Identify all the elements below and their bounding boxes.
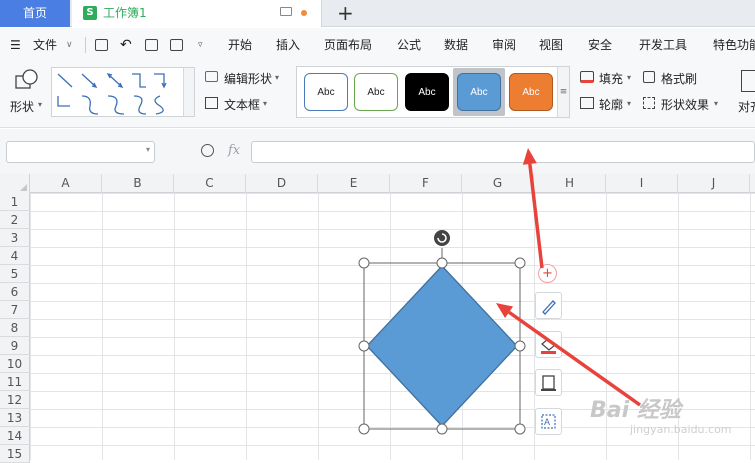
name-box[interactable]: ▾ (6, 141, 155, 163)
quick-access-more-icon[interactable]: ▿ (198, 28, 203, 62)
align-button[interactable]: 对齐 (738, 98, 755, 115)
shape-effects-chevron-icon[interactable]: ▾ (714, 99, 718, 108)
style-preset-blue[interactable]: Abc (457, 73, 501, 111)
style-preset-orange[interactable]: Abc (509, 73, 553, 111)
zoom-search-icon[interactable] (201, 144, 214, 157)
connector-gallery (51, 67, 195, 117)
outline-icon (580, 97, 594, 109)
new-tab-button[interactable]: + (337, 1, 354, 25)
row-header[interactable]: 15 (0, 445, 30, 463)
gallery-scrollbar[interactable] (183, 68, 194, 116)
arrow-left-head (496, 303, 514, 318)
row-header[interactable]: 6 (0, 283, 30, 301)
align-icon (741, 70, 755, 92)
style-preset-black[interactable]: Abc (405, 73, 449, 111)
tab-bar: 首页 S 工作簿1 + (0, 0, 755, 27)
row-header[interactable]: 7 (0, 301, 30, 319)
menu-file[interactable]: 文件 (33, 28, 57, 62)
menu-item-start[interactable]: 开始 (228, 28, 252, 62)
tab-home[interactable]: 首页 (0, 0, 70, 27)
edit-shape-icon (205, 71, 218, 82)
menu-item-review[interactable]: 审阅 (492, 28, 516, 62)
outline-chevron-icon[interactable]: ▾ (627, 99, 631, 108)
menu-item-features[interactable]: 特色功能 (713, 28, 755, 62)
menu-item-formula[interactable]: 公式 (397, 28, 421, 62)
row-header[interactable]: 11 (0, 373, 30, 391)
shape-label[interactable]: 形状 (10, 98, 34, 115)
shape-effects-button[interactable]: 形状效果 (661, 96, 709, 113)
menu-item-data[interactable]: 数据 (444, 28, 468, 62)
monitor-icon[interactable] (280, 7, 292, 16)
style-preset-outline-green[interactable]: Abc (354, 73, 398, 111)
annotation-arrows (496, 148, 642, 407)
text-box-chevron-icon[interactable]: ▾ (263, 99, 267, 108)
fill-button[interactable]: 填充 (599, 70, 623, 87)
column-header[interactable]: B (102, 174, 174, 193)
connector-shapes-icon[interactable] (54, 70, 182, 116)
workbook-tab-label: 工作簿1 (103, 6, 147, 20)
shape-style-gallery: Abc Abc Abc Abc Abc ≡ (296, 66, 570, 118)
row-header[interactable]: 13 (0, 409, 30, 427)
edit-shape-chevron-icon[interactable]: ▾ (275, 73, 279, 82)
edit-shape-button[interactable]: 编辑形状 (224, 70, 272, 87)
select-all-corner[interactable] (0, 174, 30, 193)
row-header[interactable]: 3 (0, 229, 30, 247)
format-painter-icon (643, 71, 655, 83)
unsaved-dot-icon (301, 10, 307, 16)
file-chevron-down-icon[interactable]: ∨ (66, 28, 73, 62)
fill-icon (580, 71, 594, 83)
fx-label[interactable]: fx (228, 143, 240, 158)
style-preset-outline-blue[interactable]: Abc (304, 73, 348, 111)
shape-chevron-down-icon[interactable]: ▾ (38, 100, 42, 109)
row-header[interactable]: 2 (0, 211, 30, 229)
row-header[interactable]: 4 (0, 247, 30, 265)
print-icon[interactable] (145, 39, 158, 51)
format-painter-button[interactable]: 格式刷 (661, 70, 697, 87)
watermark-logo: Bai 经验 (590, 398, 681, 423)
undo-icon[interactable]: ↶ (120, 28, 132, 62)
column-header[interactable]: C (174, 174, 246, 193)
shape-effects-icon (643, 97, 655, 109)
row-header[interactable]: 10 (0, 355, 30, 373)
menu-item-page-layout[interactable]: 页面布局 (324, 28, 372, 62)
name-box-chevron-icon[interactable]: ▾ (146, 145, 150, 154)
divider (85, 37, 86, 53)
column-header[interactable]: D (246, 174, 318, 193)
column-header[interactable]: F (390, 174, 462, 193)
menu-item-developer[interactable]: 开发工具 (639, 28, 687, 62)
menu-hamburger-icon[interactable]: ☰ (10, 28, 21, 62)
watermark-url: jingyan.baidu.com (630, 423, 732, 436)
arrow-up-head (522, 148, 537, 165)
print-preview-icon[interactable] (170, 39, 183, 51)
fill-chevron-icon[interactable]: ▾ (627, 73, 631, 82)
text-box-button[interactable]: 文本框 (224, 96, 260, 113)
tab-workbook[interactable]: S 工作簿1 (72, 0, 322, 27)
column-header[interactable]: A (30, 174, 102, 193)
text-box-icon (205, 97, 218, 109)
menu-bar: ☰ 文件 ∨ ↶ ▿ 开始 插入 页面布局 公式 数据 审阅 视图 安全 开发工… (0, 28, 755, 62)
arrow-up-shaft (528, 163, 544, 269)
row-header[interactable]: 12 (0, 391, 30, 409)
spreadsheet-icon: S (83, 6, 97, 20)
menu-item-view[interactable]: 视图 (539, 28, 563, 62)
row-header[interactable]: 1 (0, 193, 30, 211)
save-icon[interactable] (95, 39, 108, 51)
column-header[interactable]: J (678, 174, 750, 193)
row-header[interactable]: 14 (0, 427, 30, 445)
menu-item-insert[interactable]: 插入 (276, 28, 300, 62)
column-header[interactable]: E (318, 174, 390, 193)
ribbon: 形状 ▾ 编辑形状 ▾ 文本框 ▾ Abc Abc Abc Abc Abc ≡ … (0, 62, 755, 128)
style-gallery-more-icon[interactable]: ≡ (557, 67, 569, 117)
outline-button[interactable]: 轮廓 (599, 96, 623, 113)
shape-icon[interactable] (14, 68, 40, 90)
row-header[interactable]: 9 (0, 337, 30, 355)
menu-item-security[interactable]: 安全 (588, 28, 612, 62)
row-header[interactable]: 8 (0, 319, 30, 337)
row-header[interactable]: 5 (0, 265, 30, 283)
